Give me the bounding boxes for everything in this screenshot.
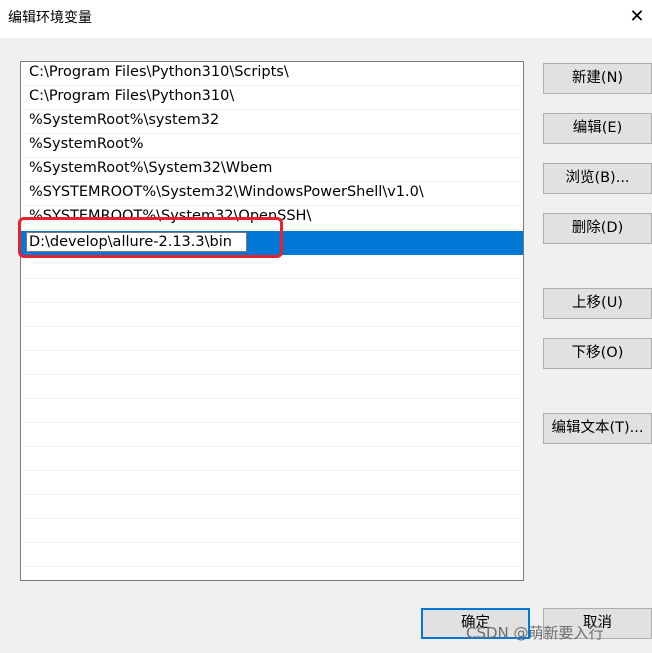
edit-button[interactable]: 编辑(E)	[543, 113, 652, 144]
list-item-empty	[21, 375, 523, 399]
path-edit-input[interactable]: D:\develop\allure-2.13.3\bin	[26, 232, 247, 252]
list-item[interactable]: %SYSTEMROOT%\System32\OpenSSH\	[21, 206, 523, 230]
list-item[interactable]: %SYSTEMROOT%\System32\WindowsPowerShell\…	[21, 182, 523, 206]
list-item-empty	[21, 303, 523, 327]
list-item-label: C:\Program Files\Python310\	[29, 88, 235, 104]
list-item-empty	[21, 279, 523, 303]
list-item-empty	[21, 519, 523, 543]
list-item-empty	[21, 351, 523, 375]
list-item-label: %SYSTEMROOT%\System32\OpenSSH\	[29, 208, 312, 224]
edit-environment-variable-dialog: 编辑环境变量 ✕ C:\Program Files\Python310\Scri…	[0, 0, 652, 653]
list-item-empty	[21, 471, 523, 495]
list-item-empty	[21, 399, 523, 423]
move-down-button[interactable]: 下移(O)	[543, 338, 652, 369]
list-item[interactable]: %SystemRoot%	[21, 134, 523, 158]
title-bar: 编辑环境变量 ✕	[0, 0, 652, 38]
list-item-empty	[21, 447, 523, 471]
close-icon[interactable]: ✕	[622, 0, 652, 34]
path-list[interactable]: C:\Program Files\Python310\Scripts\ C:\P…	[20, 61, 524, 581]
list-item-selected[interactable]: D:\develop\allure-2.13.3\bin	[21, 231, 523, 255]
list-item[interactable]: C:\Program Files\Python310\Scripts\	[21, 62, 523, 86]
window-title: 编辑环境变量	[8, 10, 92, 26]
delete-button[interactable]: 删除(D)	[543, 213, 652, 244]
watermark: CSDN @萌新要入行	[466, 624, 604, 642]
list-item-empty	[21, 543, 523, 567]
list-item-label: %SYSTEMROOT%\System32\WindowsPowerShell\…	[29, 184, 424, 200]
move-up-button[interactable]: 上移(U)	[543, 288, 652, 319]
list-item[interactable]: %SystemRoot%\system32	[21, 110, 523, 134]
list-item-label: %SystemRoot%\System32\Wbem	[29, 160, 273, 176]
list-item-label: C:\Program Files\Python310\Scripts\	[29, 64, 289, 80]
list-item-empty	[21, 495, 523, 519]
list-item[interactable]: %SystemRoot%\System32\Wbem	[21, 158, 523, 182]
edit-text-button[interactable]: 编辑文本(T)...	[543, 413, 652, 444]
list-item-label: %SystemRoot%\system32	[29, 112, 220, 128]
list-item[interactable]: C:\Program Files\Python310\	[21, 86, 523, 110]
new-button[interactable]: 新建(N)	[543, 63, 652, 94]
list-item-empty	[21, 423, 523, 447]
list-item-label: %SystemRoot%	[29, 136, 144, 152]
list-item-empty	[21, 255, 523, 279]
list-item-empty	[21, 327, 523, 351]
browse-button[interactable]: 浏览(B)...	[543, 163, 652, 194]
